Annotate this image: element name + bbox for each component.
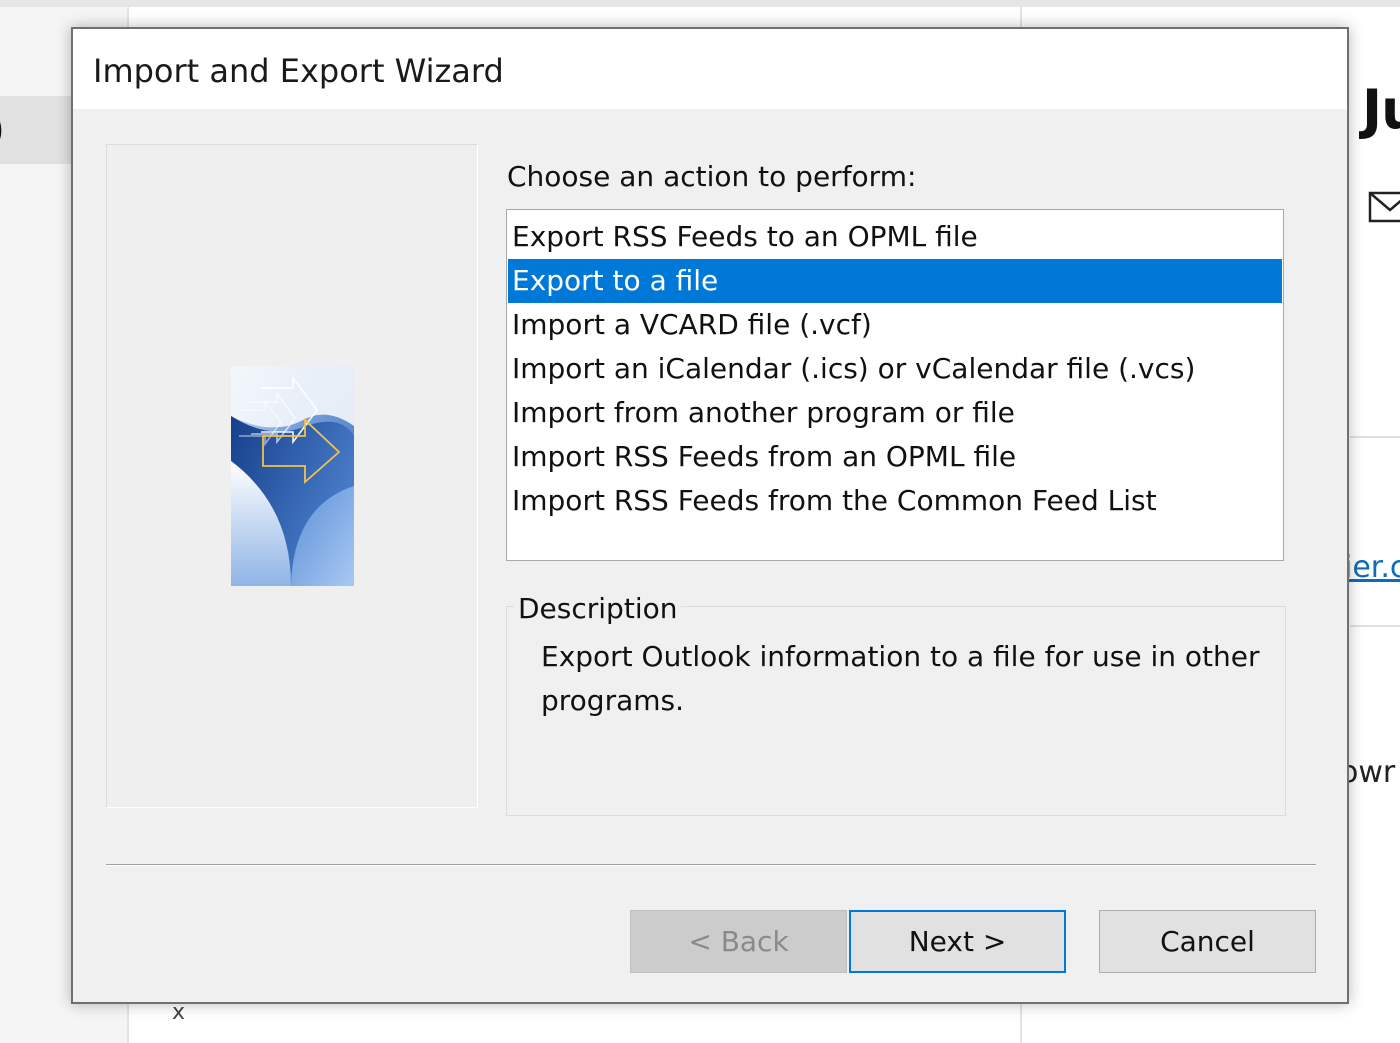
description-text: Export Outlook information to a file for…	[541, 640, 1260, 717]
next-button[interactable]: Next >	[849, 910, 1066, 973]
dialog-title: Import and Export Wizard	[93, 52, 504, 90]
background-separator	[1350, 436, 1400, 438]
background-heading-fragment: Ju	[1362, 78, 1400, 141]
wizard-arrows-graphic	[231, 366, 354, 586]
dialog-titlebar[interactable]: Import and Export Wizard	[73, 29, 1347, 109]
action-listbox[interactable]: Export RSS Feeds to an OPML file Export t…	[506, 209, 1284, 561]
envelope-icon[interactable]	[1368, 190, 1400, 228]
button-separator	[106, 864, 1316, 866]
wizard-image-panel	[106, 144, 478, 808]
action-list-item[interactable]: Import a VCARD file (.vcf)	[508, 303, 1282, 347]
action-list-item[interactable]: Export RSS Feeds to an OPML file	[508, 215, 1282, 259]
action-list-item[interactable]: Import an iCalendar (.ics) or vCalendar …	[508, 347, 1282, 391]
background-left-selected-item[interactable]	[0, 96, 80, 164]
background-separator	[1350, 625, 1400, 627]
background-left-glyph: )	[0, 100, 5, 160]
cancel-button[interactable]: Cancel	[1099, 910, 1316, 973]
back-button[interactable]: < Back	[630, 910, 847, 973]
background-link-fragment[interactable]: ier.c	[1344, 550, 1400, 585]
action-list-item[interactable]: Import RSS Feeds from an OPML file	[508, 435, 1282, 479]
description-legend: Description	[514, 591, 682, 627]
action-list-item[interactable]: Import RSS Feeds from the Common Feed Li…	[508, 479, 1282, 523]
import-export-wizard-dialog: Import and Export Wizard Choose an actio…	[71, 27, 1349, 1004]
background-top-border	[0, 0, 1400, 7]
action-list-item[interactable]: Import from another program or file	[508, 391, 1282, 435]
choose-action-label: Choose an action to perform:	[507, 160, 917, 193]
action-list-item[interactable]: Export to a file	[508, 259, 1282, 303]
